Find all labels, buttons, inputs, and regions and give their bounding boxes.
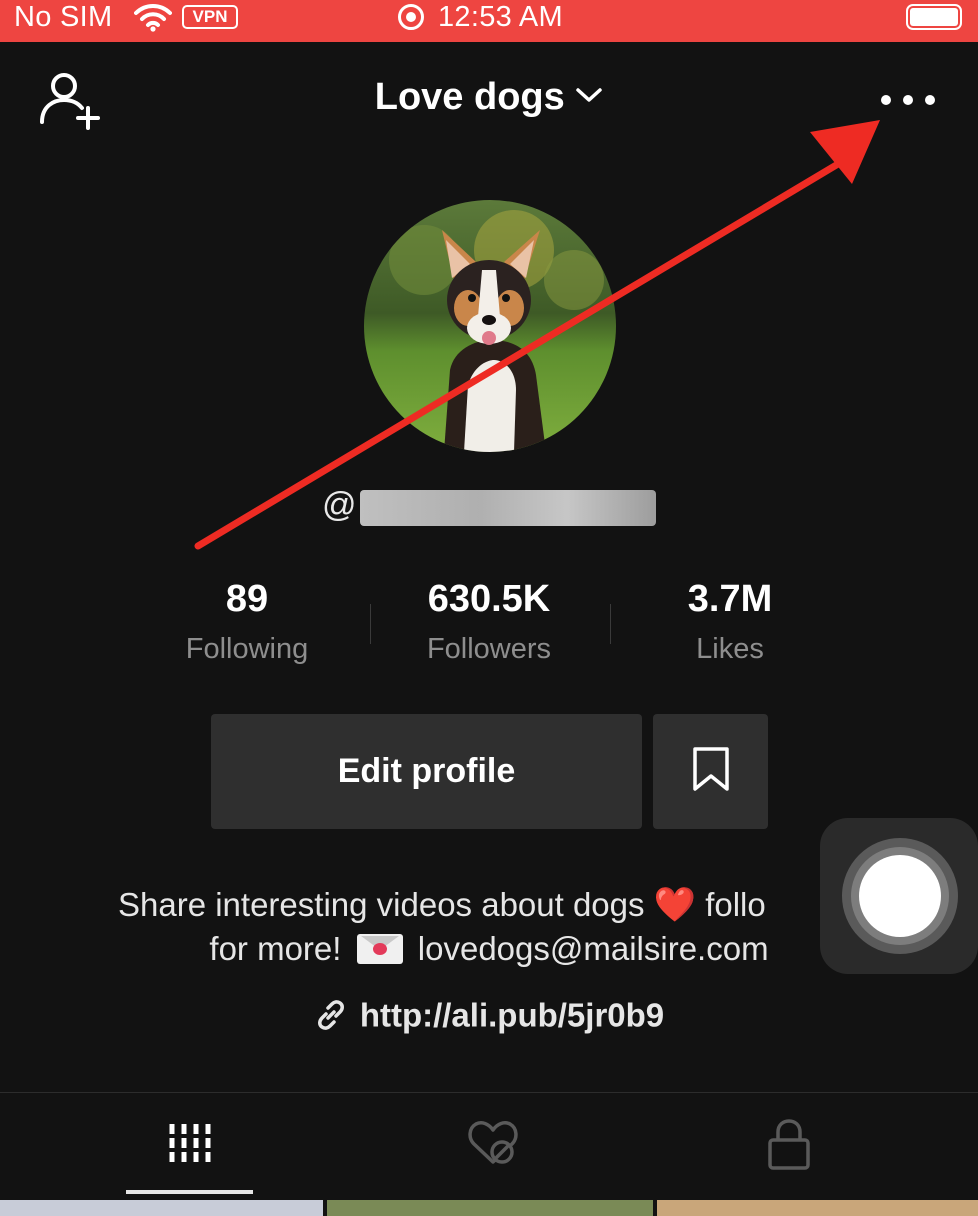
- stat-followers[interactable]: 630.5K Followers: [369, 578, 609, 666]
- assistive-touch-icon: [842, 838, 958, 954]
- lock-icon[interactable]: [766, 1118, 812, 1177]
- wifi-icon: [134, 2, 172, 37]
- edit-profile-button[interactable]: Edit profile: [211, 714, 642, 829]
- following-label: Following: [185, 633, 309, 665]
- videos-grid-icon[interactable]: [166, 1118, 212, 1173]
- following-count: 89: [225, 578, 269, 620]
- followers-count: 630.5K: [427, 578, 551, 620]
- status-bar: No SIM VPN 12:53 AM: [0, 0, 978, 42]
- screen-record-icon: [398, 4, 424, 30]
- link-icon: [317, 1000, 344, 1031]
- bio-text: for more!: [209, 930, 351, 967]
- username: @: [322, 486, 357, 524]
- vpn-badge: VPN: [182, 5, 238, 29]
- bio-text: Share interesting videos about dogs: [118, 886, 654, 923]
- likes-label: Likes: [696, 633, 764, 665]
- followers-label: Followers: [426, 633, 552, 665]
- love-letter-icon: [356, 934, 403, 964]
- assistive-touch-button[interactable]: [820, 818, 978, 974]
- page-title: Love dogs: [374, 76, 565, 118]
- favorites-button[interactable]: [653, 714, 768, 829]
- carrier-label: No SIM: [14, 1, 113, 33]
- status-time: 12:53 AM: [438, 1, 563, 33]
- tabs-divider: [0, 1092, 978, 1093]
- bio-line-1: Share interesting videos about dogs ❤️ f…: [118, 882, 838, 928]
- video-thumbnail[interactable]: [327, 1200, 653, 1216]
- bio-text: follo: [696, 886, 766, 923]
- username-redaction: [360, 490, 656, 526]
- stat-following[interactable]: 89 Following: [127, 578, 367, 666]
- video-thumbnail[interactable]: [0, 1200, 323, 1216]
- link-text: http://ali.pub/5jr0b9: [359, 996, 665, 1034]
- profile-link[interactable]: http://ali.pub/5jr0b9: [0, 994, 978, 1034]
- avatar[interactable]: [364, 200, 616, 452]
- stat-likes[interactable]: 3.7M Likes: [610, 578, 850, 666]
- heart-icon: ❤️: [653, 886, 697, 924]
- likes-count: 3.7M: [687, 578, 773, 620]
- chevron-down-icon: [575, 85, 603, 110]
- bookmark-icon: [691, 746, 731, 797]
- liked-hidden-icon[interactable]: [466, 1118, 520, 1173]
- account-switcher[interactable]: Love dogs: [0, 76, 978, 119]
- bio-email: lovedogs@mailsire.com: [408, 930, 769, 967]
- video-grid: [0, 1200, 978, 1216]
- more-dots-icon[interactable]: [878, 92, 938, 113]
- battery-icon: [906, 4, 962, 30]
- video-thumbnail[interactable]: [657, 1200, 978, 1216]
- active-tab-indicator: [126, 1190, 253, 1194]
